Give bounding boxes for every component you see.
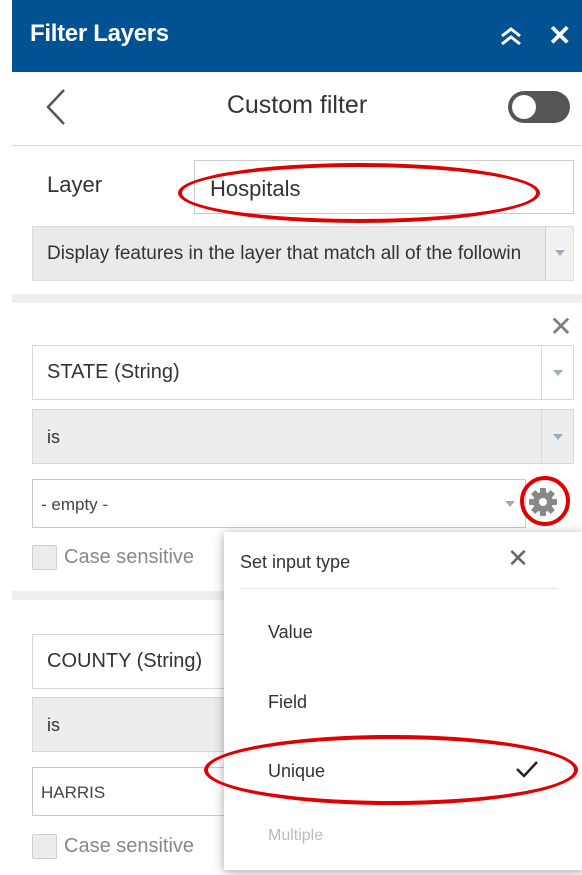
header-title: Custom filter xyxy=(226,91,368,119)
popup-title: Set input type xyxy=(240,552,351,572)
filter-field-select[interactable]: STATE (String) xyxy=(32,345,574,400)
dropdown-arrow-cell[interactable] xyxy=(545,227,573,280)
custom-filter-toggle[interactable] xyxy=(508,91,570,123)
input-type-option-value[interactable]: Value xyxy=(268,622,313,643)
chevron-down-icon xyxy=(553,434,563,440)
filter-value-text: - empty - xyxy=(41,495,109,514)
filter-operator-text: is xyxy=(47,715,60,735)
expression-mode-select[interactable]: Display features in the layer that match… xyxy=(32,226,574,281)
popup-divider xyxy=(240,588,558,589)
panel-title: Filter Layers xyxy=(30,20,169,47)
close-icon[interactable]: ✕ xyxy=(506,545,530,571)
title-bar: Filter Layers ✕ xyxy=(12,0,582,72)
toggle-knob xyxy=(512,95,536,119)
collapse-icon[interactable] xyxy=(496,18,526,54)
chevron-down-icon xyxy=(505,501,515,507)
case-sensitive-checkbox[interactable] xyxy=(32,545,57,570)
dropdown-arrow-cell[interactable] xyxy=(541,410,573,463)
layer-label: Layer xyxy=(47,172,103,197)
filter-field-text: COUNTY (String) xyxy=(47,650,203,672)
filter-field-text: STATE (String) xyxy=(47,361,180,383)
layer-select-value: Hospitals xyxy=(210,176,301,201)
custom-filter-header: Custom filter xyxy=(12,72,582,146)
filter-operator-text: is xyxy=(47,427,60,447)
close-icon[interactable]: ✕ xyxy=(548,18,578,54)
filter-value-select[interactable]: - empty - xyxy=(32,479,526,528)
chevron-down-icon xyxy=(555,250,565,256)
input-type-option-unique[interactable]: Unique xyxy=(268,761,325,782)
filter-value-text: HARRIS xyxy=(41,783,106,802)
case-sensitive-label: Case sensitive xyxy=(64,835,195,857)
case-sensitive-checkbox[interactable] xyxy=(32,834,57,859)
filter-layers-panel: Filter Layers ✕ Custom filter Layer Hosp… xyxy=(12,0,582,875)
gear-icon[interactable] xyxy=(528,487,558,517)
dropdown-arrow-cell[interactable] xyxy=(541,346,573,399)
input-type-option-multiple: Multiple xyxy=(268,827,324,844)
remove-filter-icon[interactable]: ✕ xyxy=(548,313,574,341)
expression-mode-text: Display features in the layer that match… xyxy=(47,243,522,264)
chevron-down-icon xyxy=(553,370,563,376)
case-sensitive-label: Case sensitive xyxy=(64,546,195,568)
checkmark-icon xyxy=(514,758,540,780)
filter-operator-select[interactable]: is xyxy=(32,409,574,464)
section-separator xyxy=(12,294,582,303)
layer-select[interactable]: Hospitals xyxy=(194,160,574,214)
input-type-option-field[interactable]: Field xyxy=(268,692,307,713)
set-input-type-popup: Set input type ✕ Value Field Unique Mult… xyxy=(224,532,582,870)
